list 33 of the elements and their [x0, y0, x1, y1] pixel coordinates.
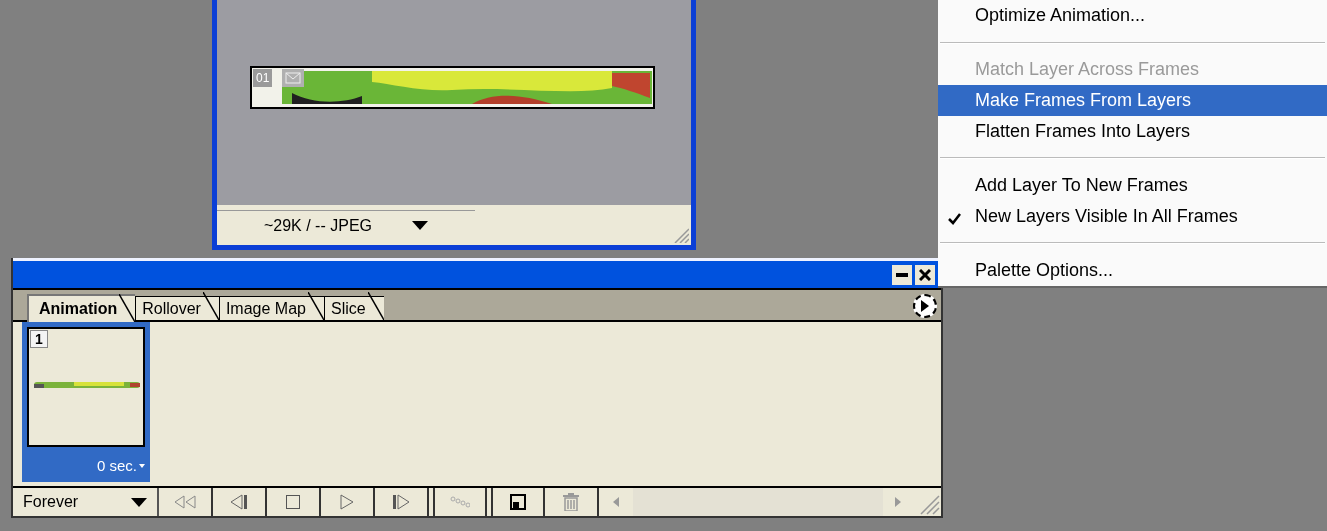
play-arrow-icon — [921, 300, 929, 312]
loop-dropdown[interactable]: Forever — [13, 488, 159, 516]
slice-label: 01 — [253, 69, 273, 87]
duplicate-frame-button[interactable] — [491, 488, 545, 516]
palette-tab[interactable]: Animation — [27, 294, 136, 322]
new-frame-icon — [510, 494, 526, 510]
close-icon — [919, 268, 931, 281]
step-back-icon — [229, 494, 249, 510]
menu-item[interactable]: New Layers Visible In All Frames — [938, 200, 1327, 232]
tween-icon — [450, 496, 470, 508]
frame-number: 1 — [30, 330, 48, 348]
frame-delay-dropdown[interactable]: 0 sec. — [96, 454, 145, 477]
dropdown-caret-icon — [412, 221, 428, 230]
minimize-icon — [896, 272, 908, 277]
close-button[interactable] — [915, 264, 935, 285]
rewind-icon — [174, 495, 196, 509]
menu-item[interactable]: Optimize Animation... — [938, 0, 1327, 31]
menu-item[interactable]: Flatten Frames Into Layers — [938, 115, 1327, 147]
resize-grip-icon[interactable] — [673, 227, 689, 243]
play-icon — [340, 494, 354, 510]
menu-item[interactable]: Make Frames From Layers — [938, 85, 1327, 116]
tween-button[interactable] — [433, 488, 487, 516]
dropdown-caret-icon — [131, 497, 147, 507]
palette-menu-button[interactable] — [913, 294, 937, 318]
menu-item[interactable]: Add Layer To New Frames — [938, 170, 1327, 201]
minimize-button[interactable] — [892, 264, 912, 285]
stop-icon — [286, 495, 300, 509]
dropdown-caret-icon — [139, 463, 145, 468]
trash-icon — [563, 493, 579, 511]
animation-frame[interactable]: 1 0 sec. — [22, 322, 150, 482]
step-forward-icon — [391, 494, 411, 510]
image-icon — [282, 69, 304, 87]
menu-item[interactable]: Palette Options... — [938, 255, 1327, 287]
